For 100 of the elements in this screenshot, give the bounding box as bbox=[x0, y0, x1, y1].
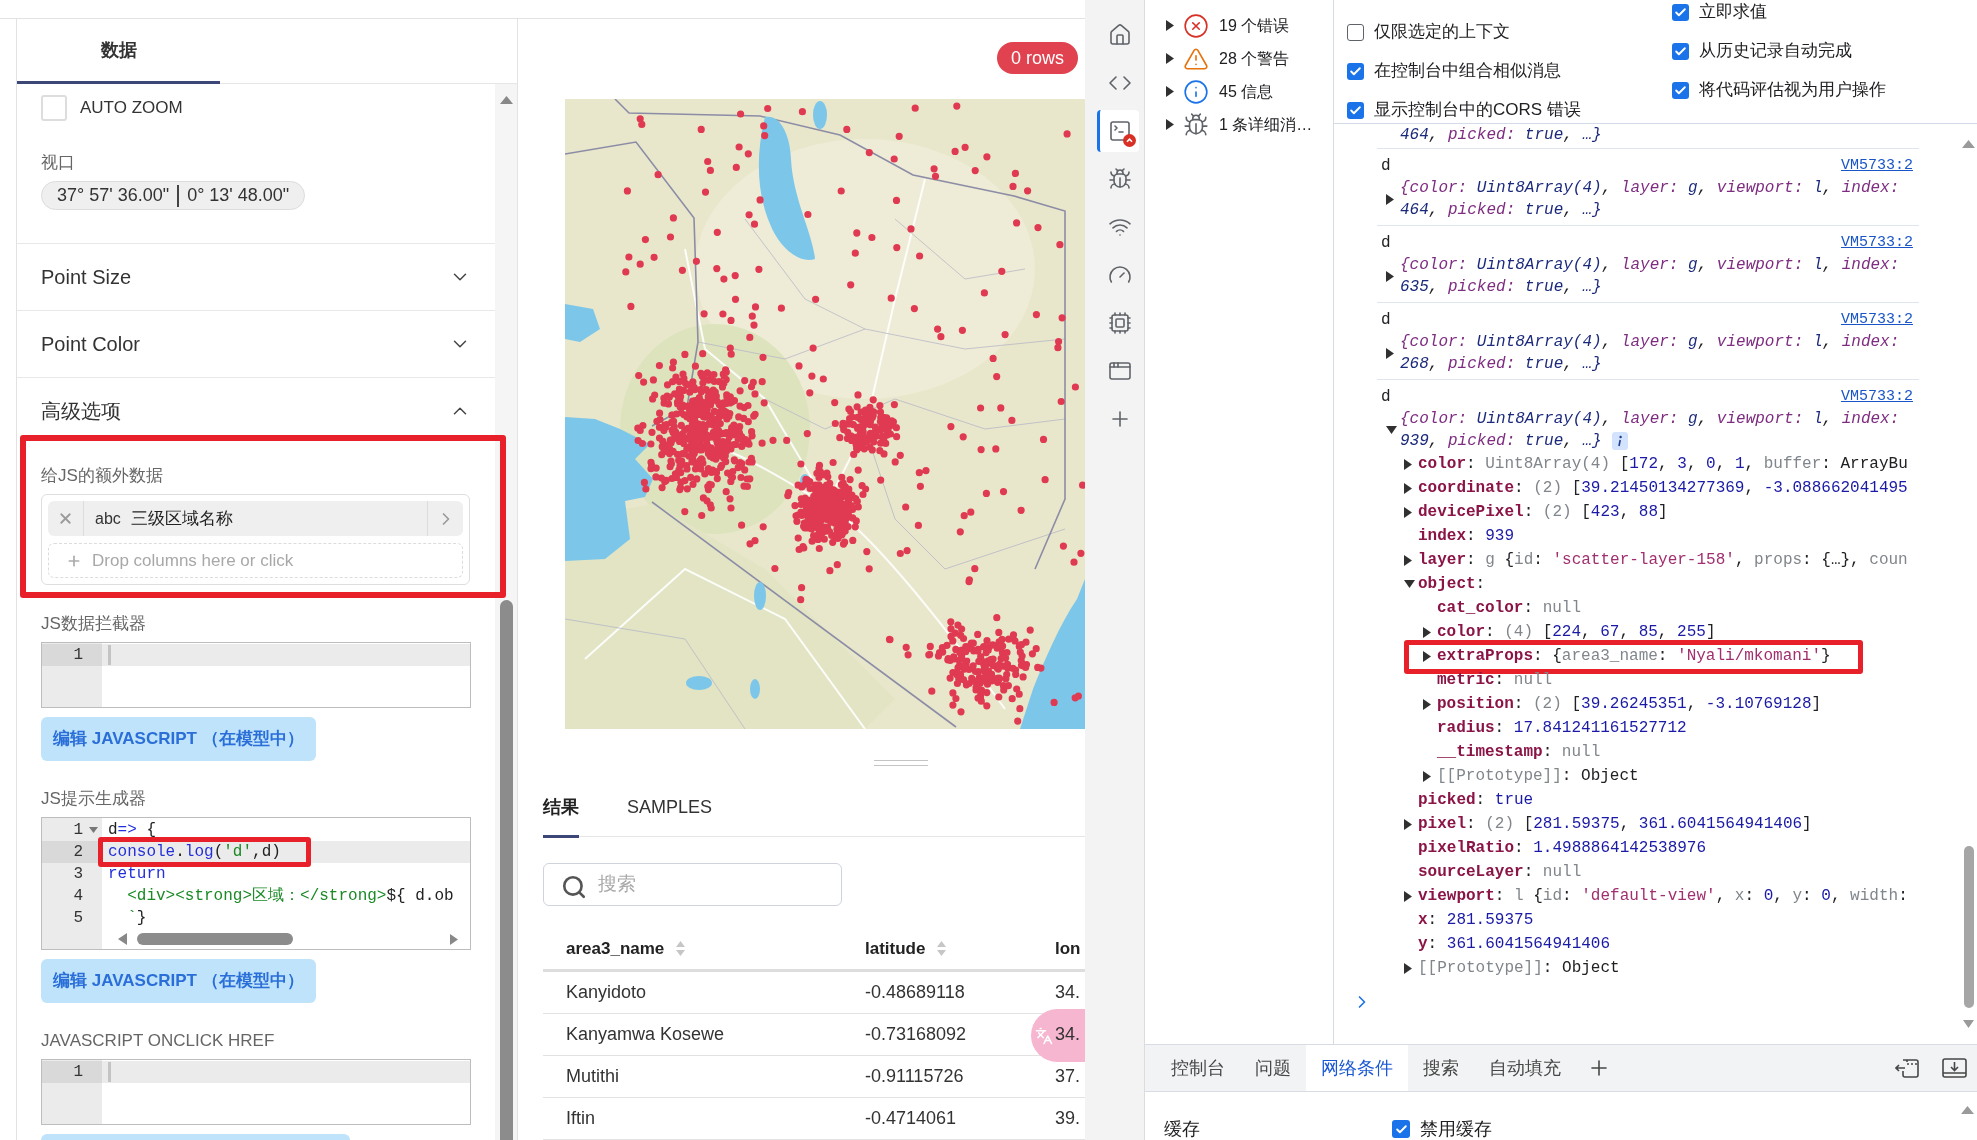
caret-right-icon[interactable] bbox=[1386, 193, 1394, 205]
object-property[interactable]: color: (4) [224, 67, 85, 255] bbox=[1437, 620, 1716, 644]
source-link[interactable]: VM5733:2 bbox=[1841, 386, 1913, 408]
object-property[interactable]: devicePixel: (2) [423, 88] bbox=[1418, 500, 1668, 524]
bug-icon[interactable] bbox=[1107, 167, 1132, 191]
drawer-tab[interactable]: 网络条件 bbox=[1306, 1045, 1408, 1091]
message-filter[interactable]: 19 个错误 bbox=[1183, 12, 1290, 39]
source-link[interactable]: VM5733:2 bbox=[1841, 232, 1913, 254]
line-number: 1 bbox=[72, 820, 84, 841]
caret-right-icon[interactable] bbox=[1404, 890, 1412, 902]
checkbox-label: AUTO ZOOM bbox=[80, 97, 183, 120]
edit-javascript-button[interactable]: 编辑 JAVASCRIPT （在模型中） bbox=[41, 717, 316, 761]
checkbox[interactable] bbox=[1672, 81, 1689, 99]
home-icon[interactable] bbox=[1107, 23, 1132, 47]
object-property[interactable]: extraProps: {area3_name: 'Nyali/mkomani'} bbox=[1437, 644, 1831, 668]
bug-icon bbox=[1183, 111, 1209, 138]
object-property[interactable]: layer: g {id: 'scatter-layer-158', props: {…}, coun bbox=[1418, 548, 1908, 572]
checkbox[interactable] bbox=[1672, 42, 1689, 60]
scroll-up-icon[interactable] bbox=[499, 96, 513, 104]
column-drop-field[interactable]: abc 三级区域名称 Drop columns here or click bbox=[41, 494, 470, 585]
tab[interactable]: 数据 bbox=[17, 20, 220, 84]
drawer-tab[interactable]: 自动填充 bbox=[1474, 1045, 1576, 1091]
caret-right-icon[interactable] bbox=[1386, 270, 1394, 282]
object-property[interactable]: object: bbox=[1418, 572, 1486, 596]
caret-right-icon[interactable] bbox=[1423, 770, 1431, 782]
object-property[interactable]: position: (2) [39.26245351, -3.10769128] bbox=[1437, 692, 1822, 716]
table-cell-text: 39. bbox=[1055, 1107, 1081, 1130]
code-editor[interactable]: 1 bbox=[41, 642, 471, 708]
scroll-up-icon[interactable] bbox=[1962, 140, 1975, 148]
object-preview[interactable]: {color: Uint8Array(4), layer: g, viewport: l, index: 939, picked: true, …} bbox=[1400, 408, 1900, 452]
caret-right-icon[interactable] bbox=[1404, 554, 1412, 566]
scroll-right-icon[interactable] bbox=[450, 933, 458, 945]
column-header[interactable]: latitude bbox=[842, 928, 1032, 969]
caret-right-icon[interactable] bbox=[1423, 698, 1431, 710]
terminal-icon[interactable] bbox=[1107, 119, 1132, 143]
object-preview[interactable]: 464, picked: true, …} bbox=[1400, 124, 1602, 146]
caret-right-icon[interactable] bbox=[1423, 626, 1431, 638]
translate-button[interactable] bbox=[1031, 1009, 1085, 1062]
info-badge-icon[interactable] bbox=[1611, 432, 1628, 450]
object-property[interactable]: [[Prototype]]: Object bbox=[1437, 764, 1639, 788]
drawer-tab[interactable]: 问题 bbox=[1240, 1045, 1306, 1091]
fold-arrow-icon[interactable] bbox=[89, 827, 98, 833]
caret-right-icon[interactable] bbox=[1404, 962, 1412, 974]
object-preview[interactable]: {color: Uint8Array(4), layer: g, viewport: l, index: 635, picked: true, …} bbox=[1400, 254, 1900, 298]
panel-arrow-left-icon[interactable] bbox=[1895, 1057, 1920, 1079]
object-property[interactable]: viewport: l {id: 'default-view', x: 0, y: 0, width: bbox=[1418, 884, 1908, 908]
column-header[interactable]: area3_name bbox=[543, 928, 842, 969]
caret-down-icon[interactable] bbox=[1386, 426, 1397, 434]
code-editor[interactable]: 1 2 3 4 5 d=> { console.log('d',d) return <div><strong>区域：</strong>${ d.ob `} bbox=[41, 817, 471, 950]
panel-arrow-down-icon[interactable] bbox=[1942, 1057, 1967, 1079]
scrollbar-thumb[interactable] bbox=[1963, 846, 1974, 1008]
drawer-tab[interactable]: 控制台 bbox=[1156, 1045, 1240, 1091]
activity-bar-button[interactable] bbox=[1097, 110, 1139, 152]
caret-right-icon[interactable] bbox=[1166, 86, 1174, 97]
caret-right-icon[interactable] bbox=[1404, 458, 1412, 470]
column-header[interactable]: lon bbox=[1032, 928, 1085, 969]
message-filter[interactable]: 28 个警告 bbox=[1183, 45, 1290, 72]
cpu-icon[interactable] bbox=[1107, 311, 1132, 335]
checkbox[interactable] bbox=[1347, 101, 1364, 119]
resize-handle[interactable] bbox=[874, 760, 928, 766]
tab[interactable]: SAMPLES bbox=[627, 788, 713, 838]
scroll-down-icon[interactable] bbox=[1963, 1020, 1974, 1028]
caret-right-icon[interactable] bbox=[1166, 53, 1174, 64]
code-editor[interactable]: 1 bbox=[41, 1059, 471, 1125]
object-property[interactable]: pixel: (2) [281.59375, 361.6041564941406] bbox=[1418, 812, 1812, 836]
map-drawing[interactable] bbox=[565, 99, 1085, 729]
scrollbar-thumb[interactable] bbox=[137, 933, 293, 945]
caret-right-icon[interactable] bbox=[1386, 347, 1394, 359]
caret-down-icon[interactable] bbox=[1404, 580, 1415, 588]
search-field[interactable]: 搜索 bbox=[543, 862, 842, 906]
object-preview[interactable]: {color: Uint8Array(4), layer: g, viewport: l, index: 268, picked: true, …} bbox=[1400, 331, 1900, 375]
checkbox[interactable] bbox=[1347, 62, 1364, 80]
object-preview[interactable]: {color: Uint8Array(4), layer: g, viewport: l, index: 464, picked: true, …} bbox=[1400, 177, 1900, 221]
caret-right-icon[interactable] bbox=[1423, 650, 1431, 662]
section-header[interactable]: Point Color bbox=[17, 311, 495, 377]
source-link[interactable]: VM5733:2 bbox=[1841, 309, 1913, 331]
source-link[interactable]: VM5733:2 bbox=[1841, 155, 1913, 177]
scroll-left-icon[interactable] bbox=[118, 933, 127, 945]
caret-right-icon[interactable] bbox=[1166, 20, 1174, 31]
table-cell-text: Kanyidoto bbox=[566, 981, 647, 1004]
edit-javascript-button[interactable]: 编辑 JAVASCRIPT （在模型中） bbox=[41, 959, 316, 1003]
caret-right-icon[interactable] bbox=[1166, 119, 1174, 130]
window-icon[interactable] bbox=[1107, 359, 1132, 383]
object-property[interactable]: coordinate: (2) [39.21450134277369, -3.088662041495 bbox=[1418, 476, 1908, 500]
object-property[interactable]: [[Prototype]]: Object bbox=[1418, 956, 1620, 980]
section-header[interactable]: Point Size bbox=[17, 244, 495, 310]
message-filter[interactable]: 1 条详细消… bbox=[1183, 111, 1313, 138]
section-header[interactable]: 高级选项 bbox=[17, 378, 495, 435]
tab[interactable]: 结果 bbox=[543, 788, 579, 838]
scrollbar-thumb[interactable] bbox=[499, 600, 513, 1140]
message-filter[interactable]: 45 信息 bbox=[1183, 78, 1274, 105]
drawer-tab[interactable]: 搜索 bbox=[1408, 1045, 1474, 1091]
checkbox[interactable] bbox=[1672, 3, 1689, 21]
caret-right-icon[interactable] bbox=[1404, 482, 1412, 494]
scroll-up-icon[interactable] bbox=[1961, 1106, 1974, 1114]
object-property[interactable]: color: Uint8Array(4) [172, 3, 0, 1, buffer: ArrayBu bbox=[1418, 452, 1908, 476]
caret-right-icon[interactable] bbox=[1404, 818, 1412, 830]
checkbox[interactable] bbox=[1392, 1120, 1410, 1138]
checkbox[interactable] bbox=[1347, 23, 1364, 41]
caret-right-icon[interactable] bbox=[1404, 506, 1412, 518]
